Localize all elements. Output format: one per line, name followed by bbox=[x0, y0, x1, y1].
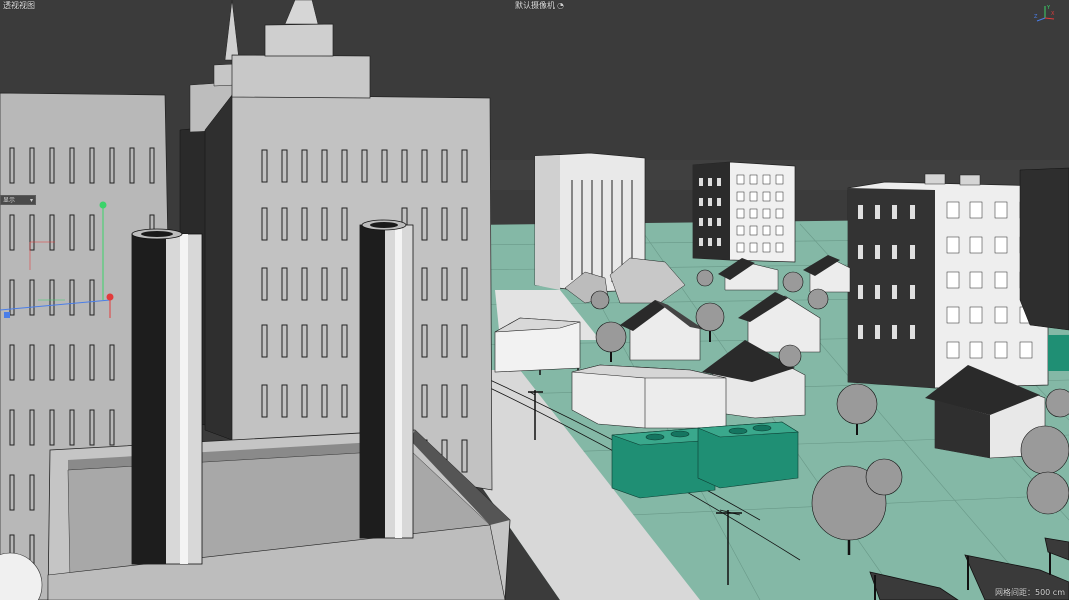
tree-6 bbox=[807, 288, 829, 310]
axis-gizmo-x-label: X bbox=[1051, 11, 1055, 17]
grid-spacing-label: 网格间距：500 cm bbox=[994, 588, 1065, 597]
flat-box-1 bbox=[494, 317, 581, 373]
factory-building bbox=[47, 429, 511, 600]
building-apartment-mid bbox=[692, 161, 796, 263]
camera-name-label[interactable]: 默认摄像机 bbox=[515, 1, 555, 10]
display-dropdown-label: 显示 bbox=[3, 197, 16, 204]
tree-5 bbox=[782, 271, 804, 293]
axis-gizmo-icon[interactable]: Y Z X bbox=[1033, 2, 1057, 24]
green-utility-box bbox=[1048, 335, 1069, 371]
tree-7 bbox=[778, 344, 802, 368]
camera-lock-icon[interactable]: ◔ bbox=[557, 1, 564, 11]
axis-z-handle bbox=[4, 312, 10, 318]
axis-gizmo-z-label: Z bbox=[1034, 14, 1038, 20]
building-apartment-right bbox=[847, 173, 1049, 389]
tree-3 bbox=[590, 290, 610, 310]
3d-viewport[interactable]: 透视视图 默认摄像机 ◔ 显示 ▾ 网格间距：500 cm Y Z X bbox=[0, 0, 1069, 600]
tree-10 bbox=[865, 458, 903, 496]
chimney-right bbox=[359, 219, 414, 539]
building-far-right-edge bbox=[1019, 167, 1069, 331]
tree-4 bbox=[696, 269, 714, 287]
camera-selector[interactable]: 默认摄像机 ◔ bbox=[515, 1, 564, 11]
display-dropdown[interactable]: 显示 ▾ bbox=[0, 195, 36, 205]
view-name-label[interactable]: 透视视图 bbox=[3, 1, 35, 11]
tree-12 bbox=[1026, 471, 1069, 515]
city-scene bbox=[0, 0, 1069, 600]
chimney-left bbox=[131, 228, 203, 565]
chevron-down-icon: ▾ bbox=[29, 197, 33, 204]
axis-y-handle bbox=[99, 201, 107, 209]
flat-box-2 bbox=[571, 364, 727, 429]
